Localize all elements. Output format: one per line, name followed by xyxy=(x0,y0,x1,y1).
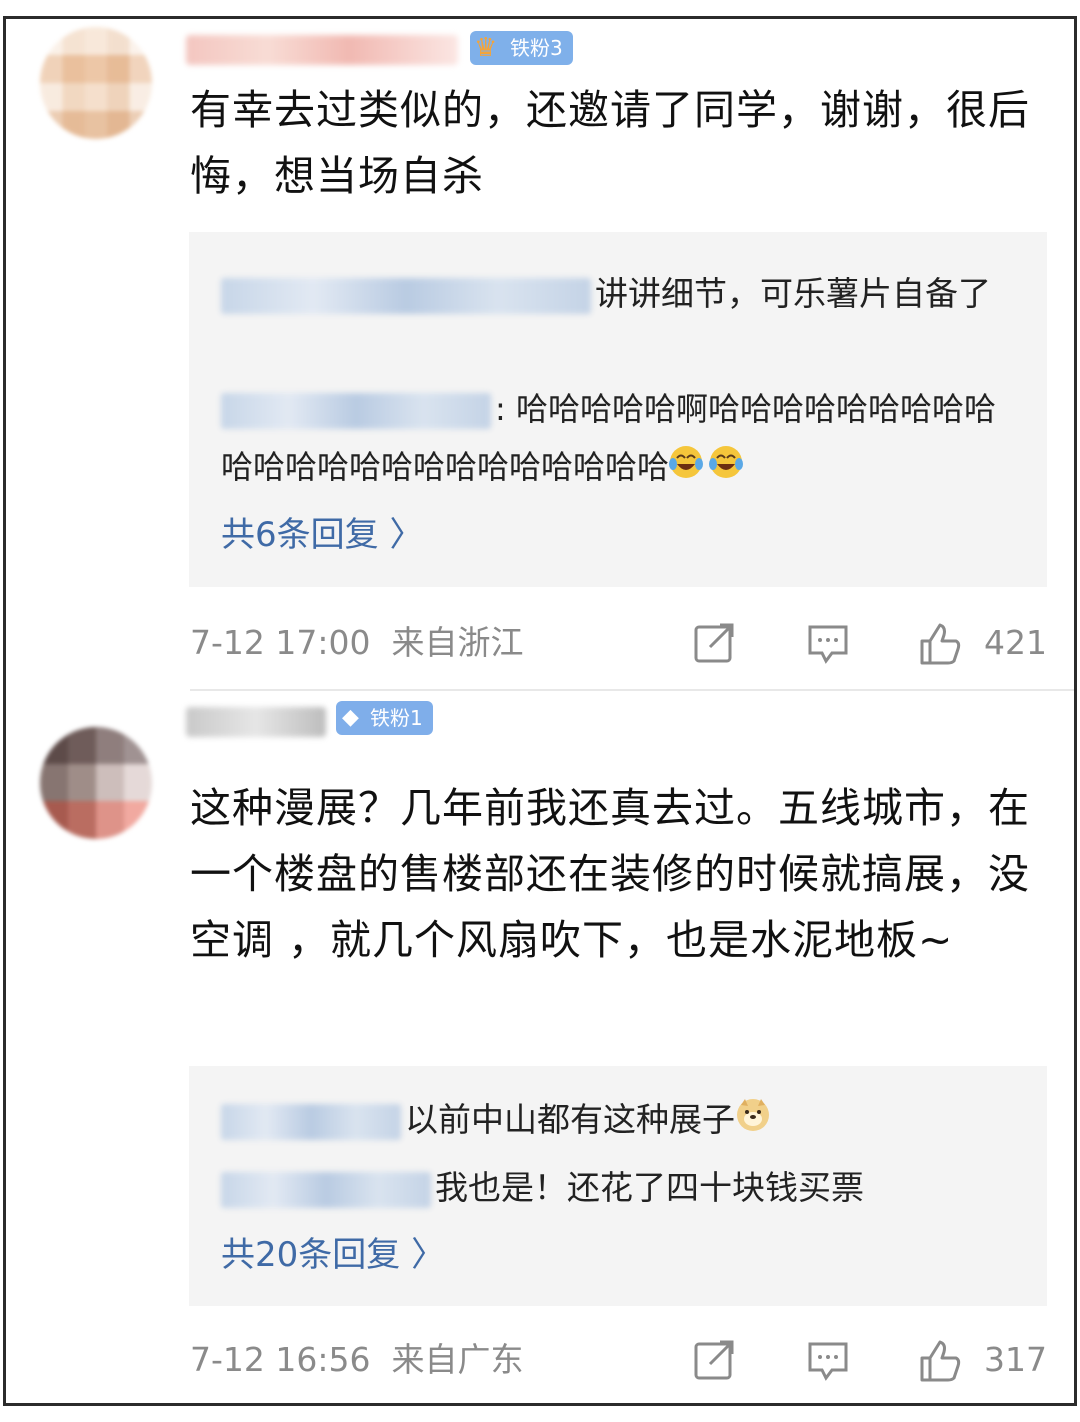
username-blurred[interactable] xyxy=(186,35,458,65)
laugh-cry-emoji xyxy=(669,440,745,498)
like-icon[interactable] xyxy=(918,621,962,665)
fan-badge-label: 铁粉1 xyxy=(370,706,423,730)
reply-box[interactable]: 以前中山都有这种展子 我也是！还花了四十块钱买票 共20条回复 〉 xyxy=(189,1066,1047,1306)
share-icon[interactable] xyxy=(692,621,736,665)
comment-footer: 7-12 17:00 来自浙江 421 xyxy=(190,613,1058,673)
like-icon[interactable] xyxy=(918,1338,962,1382)
comment-location: 来自浙江 xyxy=(391,623,524,662)
fan-badge[interactable]: ◆ 铁粉1 xyxy=(336,701,433,735)
comment-meta: 7-12 16:56 来自广东 xyxy=(190,1330,523,1390)
comment-location: 来自广东 xyxy=(391,1340,524,1379)
reply-username-blurred[interactable] xyxy=(221,277,591,314)
avatar[interactable] xyxy=(40,727,152,839)
avatar[interactable] xyxy=(40,27,152,139)
doge-emoji xyxy=(735,1094,771,1150)
view-all-replies-link[interactable]: 共20条回复 〉 xyxy=(221,1230,445,1280)
comment-date: 7-12 17:00 xyxy=(190,623,371,662)
share-icon[interactable] xyxy=(692,1338,736,1382)
comment-icon[interactable] xyxy=(806,621,850,665)
view-all-replies-link[interactable]: 共6条回复 〉 xyxy=(221,510,423,560)
fan-badge[interactable]: ♛ 铁粉3 xyxy=(470,31,573,65)
like-count: 317 xyxy=(984,1340,1047,1379)
fan-badge-label: 铁粉3 xyxy=(510,36,563,60)
comment-text: 有幸去过类似的，还邀请了同学，谢谢，很后悔，想当场自杀 xyxy=(190,86,1030,200)
reply-text: 我也是！还花了四十块钱买票 xyxy=(435,1168,864,1207)
reply-username-blurred[interactable] xyxy=(221,1103,401,1140)
reply-text: 讲讲细节，可乐薯片自备了 xyxy=(595,274,991,313)
comment-text: 这种漫展？几年前我还真去过。五线城市，在一个楼盘的售楼部还在装修的时候就搞展，没… xyxy=(190,784,1030,964)
comment-meta: 7-12 17:00 来自浙江 xyxy=(190,613,523,673)
reply-item[interactable]: 讲讲细节，可乐薯片自备了 xyxy=(221,266,1021,322)
screenshot-frame: ♛ 铁粉3 有幸去过类似的，还邀请了同学，谢谢，很后悔，想当场自杀 讲讲细节，可… xyxy=(3,16,1077,1406)
reply-item[interactable]: 我也是！还花了四十块钱买票 xyxy=(221,1160,1021,1216)
reply-text: 以前中山都有这种展子 xyxy=(405,1100,735,1139)
comment-footer: 7-12 16:56 来自广东 317 xyxy=(190,1330,1058,1390)
username-blurred[interactable] xyxy=(186,707,326,737)
comment-date: 7-12 16:56 xyxy=(190,1340,371,1379)
reply-item[interactable]: : 哈哈哈哈哈啊哈哈哈哈哈哈哈哈哈哈哈哈哈哈哈哈哈哈哈哈哈哈哈 xyxy=(221,380,1021,498)
reply-item[interactable]: 以前中山都有这种展子 xyxy=(221,1092,1021,1150)
reply-box[interactable]: 讲讲细节，可乐薯片自备了 : 哈哈哈哈哈啊哈哈哈哈哈哈哈哈哈哈哈哈哈哈哈哈哈哈哈… xyxy=(189,232,1047,587)
crown-icon: ♛ xyxy=(474,33,498,63)
reply-username-blurred[interactable] xyxy=(221,1171,431,1208)
like-count: 421 xyxy=(984,623,1047,662)
reply-username-blurred[interactable] xyxy=(221,393,491,429)
comment-icon[interactable] xyxy=(806,1338,850,1382)
comment-item: ♛ 铁粉3 有幸去过类似的，还邀请了同学，谢谢，很后悔，想当场自杀 讲讲细节，可… xyxy=(6,19,1074,689)
diamond-icon: ◆ xyxy=(342,705,359,730)
comment-item: ◆ 铁粉1 这种漫展？几年前我还真去过。五线城市，在一个楼盘的售楼部还在装修的时… xyxy=(6,689,1074,1403)
